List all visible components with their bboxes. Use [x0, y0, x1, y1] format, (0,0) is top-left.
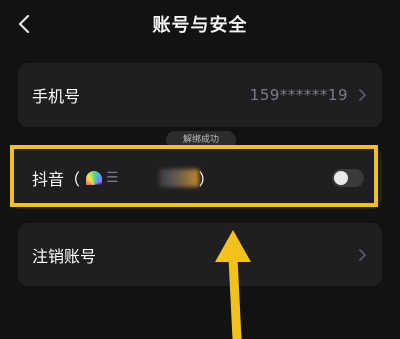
douyin-label: 抖音（ [32, 170, 81, 189]
phone-row[interactable]: 手机号 159******19 [18, 63, 382, 127]
douyin-suffix: ） [198, 170, 215, 189]
chevron-right-icon [359, 248, 366, 261]
douyin-bind-toggle[interactable] [332, 169, 364, 187]
douyin-label-group: 抖音（ ☰ ） [32, 166, 215, 190]
phone-label: 手机号 [32, 87, 81, 106]
rainbow-avatar-icon [86, 171, 103, 185]
cancel-account-row[interactable]: 注销账号 [18, 223, 382, 286]
menu-lines-icon: ☰ [106, 170, 119, 186]
blurred-username [158, 169, 199, 187]
toast-message: 解绑成功 [166, 131, 236, 149]
douyin-row[interactable]: 抖音（ ☰ ） [10, 147, 382, 209]
toggle-knob [334, 171, 348, 185]
phone-value: 159******19 [249, 86, 348, 104]
header: 账号与安全 [0, 0, 400, 48]
cancel-account-label: 注销账号 [32, 246, 97, 266]
chevron-right-icon [359, 89, 366, 101]
page-title: 账号与安全 [152, 15, 248, 36]
